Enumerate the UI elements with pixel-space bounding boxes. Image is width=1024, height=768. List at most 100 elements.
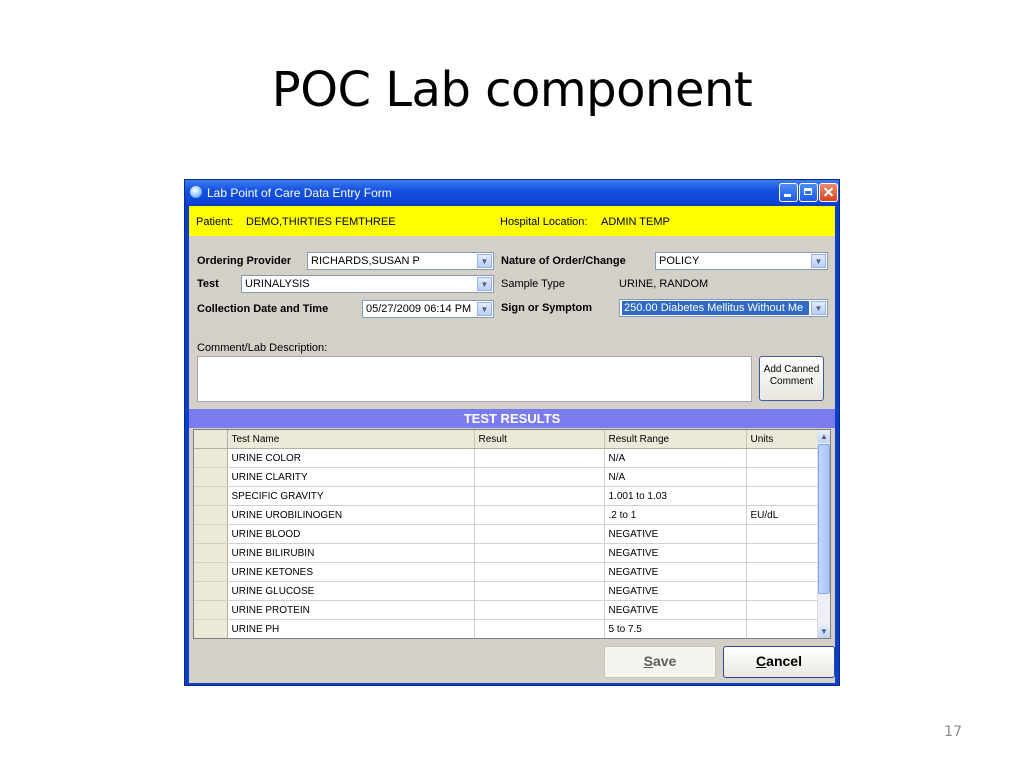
row-selector[interactable] [194,486,228,506]
test-results-grid: Test Name Result Result Range Units URIN… [193,429,831,639]
sample-type-label: Sample Type [501,278,566,290]
cell-range: NEGATIVE [604,524,747,544]
chevron-down-icon[interactable]: ▼ [477,277,492,291]
lab-poc-window: Lab Point of Care Data Entry Form Patien… [184,179,840,686]
hospital-location-value: ADMIN TEMP [601,216,670,228]
cell-test-name: URINE GLUCOSE [227,581,475,601]
row-selector[interactable] [194,505,228,525]
minimize-icon[interactable] [779,183,798,202]
row-selector[interactable] [194,467,228,487]
row-selector[interactable] [194,619,228,638]
patient-name: DEMO,THIRTIES FEMTHREE [246,216,396,228]
window-client-area: Patient: DEMO,THIRTIES FEMTHREE Hospital… [189,206,835,683]
cell-test-name: URINE BLOOD [227,524,475,544]
comment-label: Comment/Lab Description: [197,342,328,354]
add-canned-line1: Add Canned [763,364,820,375]
cell-result[interactable] [474,486,605,506]
cell-result[interactable] [474,562,605,582]
table-row: URINE BILIRUBIN NEGATIVE [194,543,822,563]
cell-range: N/A [604,467,747,487]
row-selector[interactable] [194,448,228,468]
nature-of-order-select[interactable]: POLICY ▼ [655,252,828,270]
cell-units [746,524,822,544]
cell-test-name: URINE PROTEIN [227,600,475,620]
scroll-up-icon[interactable]: ▲ [818,430,830,443]
ordering-provider-value: RICHARDS,SUSAN P [311,255,420,267]
scroll-thumb[interactable] [818,444,830,594]
sign-symptom-value: 250.00 Diabetes Mellitus Without Me [622,301,809,315]
close-icon[interactable] [819,183,838,202]
chevron-down-icon[interactable]: ▼ [811,254,826,268]
cell-units [746,543,822,563]
cell-range: N/A [604,448,747,468]
table-row: URINE COLOR N/A [194,448,822,468]
row-selector[interactable] [194,524,228,544]
save-button[interactable]: Save [604,646,716,678]
window-title: Lab Point of Care Data Entry Form [207,186,392,200]
chevron-down-icon[interactable]: ▼ [477,302,492,316]
cell-test-name: URINE UROBILINOGEN [227,505,475,525]
comment-textarea[interactable] [197,356,752,402]
cell-units: EU/dL [746,505,822,525]
table-row: URINE PROTEIN NEGATIVE [194,600,822,620]
row-header-corner [194,430,228,449]
collection-date-picker[interactable]: 05/27/2009 06:14 PM ▼ [362,300,494,318]
cell-result[interactable] [474,448,605,468]
col-test-name[interactable]: Test Name [227,430,475,449]
test-value: URINALYSIS [245,278,310,290]
window-titlebar[interactable]: Lab Point of Care Data Entry Form [185,180,839,206]
collection-date-label: Collection Date and Time [197,303,329,315]
cell-range: 5 to 7.5 [604,619,747,638]
cell-result[interactable] [474,524,605,544]
maximize-icon[interactable] [799,183,818,202]
cell-result[interactable] [474,619,605,638]
add-canned-comment-button[interactable]: Add Canned Comment [759,356,824,401]
add-canned-line2: Comment [769,376,814,387]
test-label: Test [197,278,219,290]
col-result[interactable]: Result [474,430,605,449]
cell-range: .2 to 1 [604,505,747,525]
chevron-down-icon[interactable]: ▼ [811,301,826,315]
chevron-down-icon[interactable]: ▼ [477,254,492,268]
table-row: URINE PH 5 to 7.5 [194,619,822,638]
cell-units [746,600,822,620]
collection-date-value: 05/27/2009 06:14 PM [366,303,472,315]
row-selector[interactable] [194,543,228,563]
cell-test-name: URINE BILIRUBIN [227,543,475,563]
cell-result[interactable] [474,467,605,487]
col-units[interactable]: Units [746,430,822,449]
cell-result[interactable] [474,543,605,563]
table-row: URINE BLOOD NEGATIVE [194,524,822,544]
cell-range: NEGATIVE [604,562,747,582]
ordering-provider-label: Ordering Provider [197,255,292,267]
sign-symptom-select[interactable]: 250.00 Diabetes Mellitus Without Me ▼ [619,299,828,317]
cancel-button[interactable]: Cancel [723,646,835,678]
row-selector[interactable] [194,581,228,601]
sample-type-value: URINE, RANDOM [619,278,709,290]
nature-of-order-label: Nature of Order/Change [501,255,626,267]
row-selector[interactable] [194,600,228,620]
table-row: URINE UROBILINOGEN .2 to 1 EU/dL [194,505,822,525]
cell-result[interactable] [474,581,605,601]
cell-units [746,562,822,582]
cell-result[interactable] [474,505,605,525]
cell-units [746,486,822,506]
slide-title: POC Lab component [271,62,753,118]
cancel-label-rest: ancel [766,653,802,669]
save-label-rest: ave [652,653,677,669]
sign-symptom-label: Sign or Symptom [501,302,593,314]
slide-page-number: 17 [944,724,962,740]
ordering-provider-select[interactable]: RICHARDS,SUSAN P ▼ [307,252,494,270]
row-selector[interactable] [194,562,228,582]
scroll-down-icon[interactable]: ▼ [818,625,830,638]
results-scrollbar[interactable]: ▲ ▼ [817,430,830,638]
test-select[interactable]: URINALYSIS ▼ [241,275,494,293]
table-row: URINE GLUCOSE NEGATIVE [194,581,822,601]
patient-info-bar: Patient: DEMO,THIRTIES FEMTHREE Hospital… [189,206,835,236]
cell-units [746,467,822,487]
cell-test-name: URINE PH [227,619,475,638]
cancel-accelerator: C [756,653,767,669]
cell-result[interactable] [474,600,605,620]
table-row: URINE KETONES NEGATIVE [194,562,822,582]
col-result-range[interactable]: Result Range [604,430,747,449]
